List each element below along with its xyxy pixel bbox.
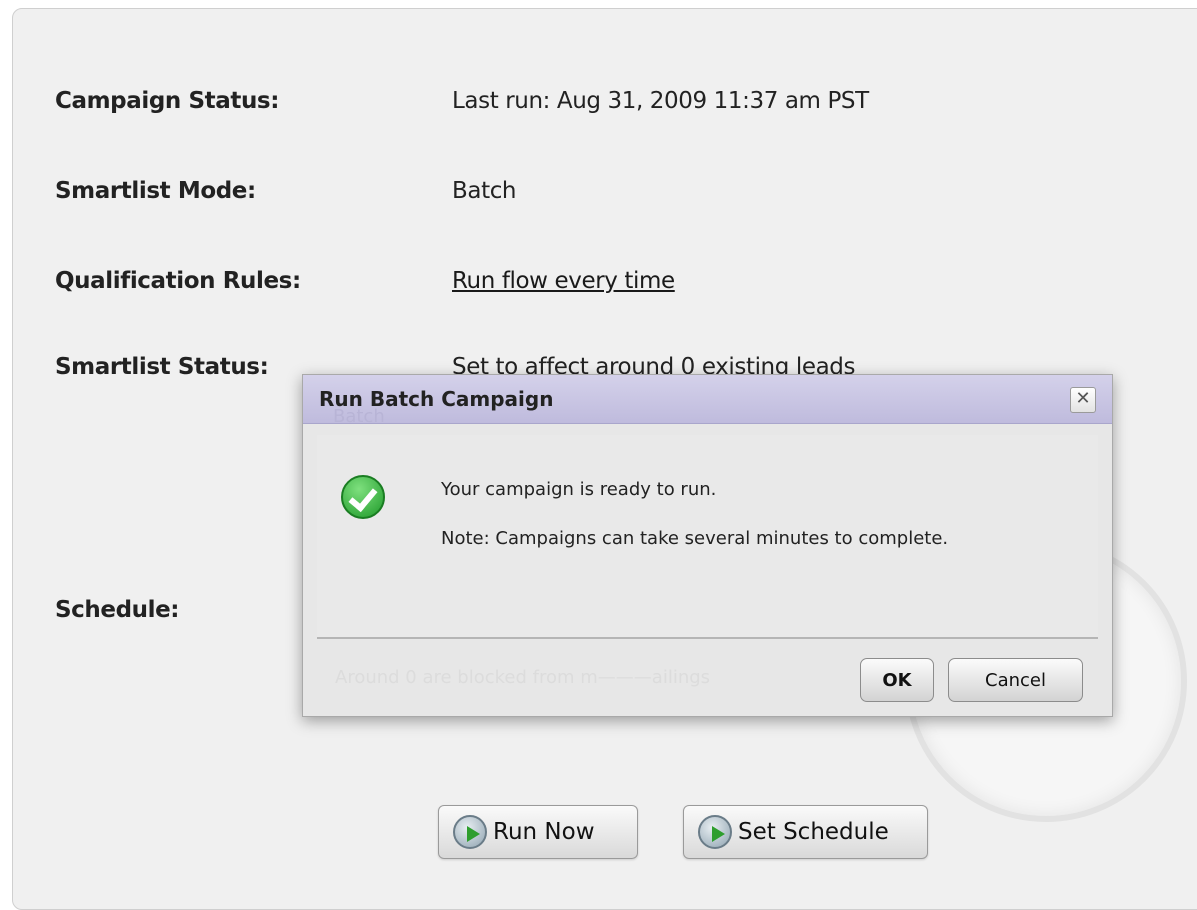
smartlist-status-label: Smartlist Status: [55, 354, 269, 380]
close-icon[interactable]: ✕ [1070, 387, 1096, 413]
dialog-message: Your campaign is ready to run. [441, 479, 717, 500]
check-circle-icon [341, 475, 385, 519]
run-play-icon [453, 815, 487, 849]
dialog-note: Note: Campaigns can take several minutes… [441, 528, 949, 549]
run-now-button[interactable]: Run Now [438, 805, 638, 859]
set-schedule-label: Set Schedule [738, 819, 889, 845]
ghost-blocked-text: Around 0 are blocked from m———ailings [335, 667, 711, 688]
schedule-label: Schedule: [55, 597, 180, 623]
set-schedule-button[interactable]: Set Schedule [683, 805, 928, 859]
campaign-status-label: Campaign Status: [55, 88, 280, 114]
dialog-body: Your campaign is ready to run. Note: Cam… [317, 435, 1098, 639]
qualification-rules-label: Qualification Rules: [55, 268, 301, 294]
ghost-batch-text: Batch [333, 406, 385, 427]
cancel-button[interactable]: Cancel [948, 658, 1083, 702]
ok-button[interactable]: OK [860, 658, 934, 702]
qualification-rules-link[interactable]: Run flow every time [452, 268, 675, 294]
dialog-titlebar: Run Batch Campaign ✕ [303, 375, 1112, 424]
smartlist-mode-value: Batch [452, 178, 517, 204]
campaign-status-value: Last run: Aug 31, 2009 11:37 am PST [452, 88, 869, 114]
schedule-play-icon [698, 815, 732, 849]
smartlist-mode-label: Smartlist Mode: [55, 178, 256, 204]
run-now-label: Run Now [493, 819, 595, 845]
